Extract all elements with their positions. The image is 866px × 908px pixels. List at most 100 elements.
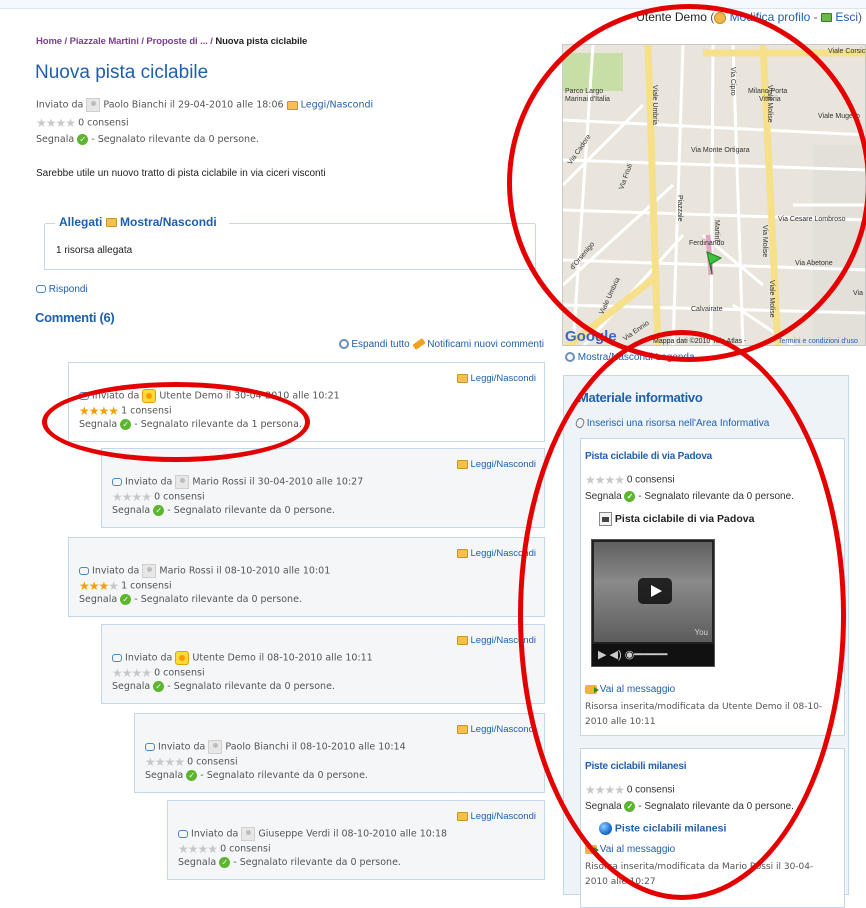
map-label: Via Abetone	[795, 260, 833, 267]
comment: Leggi/Nascondi Inviato da Mario Rossi il…	[68, 537, 545, 617]
resource-subtitle: Pista ciclabile di via Padova	[614, 512, 755, 525]
rating-stars[interactable]: ★★★★	[178, 842, 218, 856]
user-icon	[714, 11, 727, 24]
check-icon[interactable]: ✓	[186, 770, 198, 781]
breadcrumb-proposte[interactable]: Proposte di ...	[146, 36, 207, 47]
avatar	[175, 651, 190, 665]
allegati-fieldset: Allegati Mostra/Nascondi 1 risorsa alleg…	[44, 215, 536, 270]
reply-link[interactable]: Rispondi	[49, 284, 88, 295]
insert-resource-link[interactable]: Inserisci una risorsa nell'Area Informat…	[587, 418, 770, 429]
video-player[interactable]: You ▶ ◀) ◉━━━━━	[591, 539, 715, 667]
map[interactable]: Viale Corsica Via Cipro Parco Largo Mari…	[562, 44, 866, 346]
check-icon[interactable]: ✓	[77, 134, 89, 145]
goto-message-link[interactable]: Vai al messaggio	[600, 844, 675, 855]
comment-consensi: 1 consensi	[121, 580, 172, 592]
check-icon[interactable]: ✓	[624, 491, 636, 502]
rating-stars[interactable]: ★★★★	[145, 755, 185, 769]
comment-toggle-link[interactable]: Leggi/Nascondi	[471, 811, 537, 822]
resource-subtitle-link[interactable]: Piste ciclabili milanesi	[615, 822, 726, 834]
check-icon[interactable]: ✓	[219, 857, 231, 868]
map-terms-link[interactable]: Termini e condizioni d'uso	[778, 338, 858, 345]
resource-segnala-link[interactable]: Segnala	[585, 801, 622, 812]
check-icon[interactable]: ✓	[120, 419, 132, 430]
comment-segnala-link[interactable]: Segnala	[112, 681, 150, 692]
comment-author[interactable]: Giuseppe Verdi	[258, 829, 330, 840]
comment-segnala-link[interactable]: Segnala	[178, 857, 216, 868]
comment-date: il 08-10-2010 alle 10:11	[258, 652, 373, 664]
post-date: il 29-04-2010 alle 18:06	[169, 99, 284, 111]
comment-toggle-link[interactable]: Leggi/Nascondi	[471, 373, 537, 384]
comment-author[interactable]: Mario Rossi	[192, 477, 246, 488]
check-icon[interactable]: ✓	[624, 801, 636, 812]
comment-rilevante: - Segnalato rilevante da 0 persone.	[233, 857, 401, 868]
resource-card: Piste ciclabili milanesi ★★★★ 0 consensi…	[580, 748, 845, 908]
notify-link[interactable]: Notificami nuovi commenti	[427, 339, 544, 350]
resource-rilevante: - Segnalato rilevante da 0 persone.	[638, 801, 794, 813]
video-controls[interactable]: ▶ ◀) ◉━━━━━	[592, 644, 714, 666]
comment-author[interactable]: Utente Demo	[192, 653, 255, 664]
resource-title-link[interactable]: Piste ciclabili milanesi	[585, 761, 687, 772]
map-label: Viale Umbria	[651, 85, 658, 125]
breadcrumb-home[interactable]: Home	[36, 36, 62, 47]
comments-heading: Commenti (6)	[35, 310, 115, 325]
legend-toggle-link[interactable]: Mostra/Nascondi Legenda	[578, 352, 695, 363]
folder-icon	[456, 548, 468, 558]
expand-all-link[interactable]: Espandi tutto	[351, 339, 409, 350]
comment-toggle-link[interactable]: Leggi/Nascondi	[471, 635, 537, 646]
comment-author[interactable]: Utente Demo	[159, 391, 222, 402]
post-toggle-link[interactable]: Leggi/Nascondi	[301, 100, 373, 111]
comment-segnala-link[interactable]: Segnala	[79, 419, 117, 430]
resource-title-link[interactable]: Pista ciclabile di via Padova	[585, 451, 712, 462]
check-icon[interactable]: ✓	[153, 681, 165, 692]
comment-segnala-link[interactable]: Segnala	[79, 594, 117, 605]
map-canvas[interactable]: Viale Corsica Via Cipro Parco Largo Mari…	[563, 45, 866, 346]
breadcrumb-piazzale[interactable]: Piazzale Martini	[70, 36, 139, 47]
speech-bubble-icon	[145, 743, 155, 751]
resource-segnala-link[interactable]: Segnala	[585, 491, 622, 502]
rating-stars[interactable]: ★★★★	[585, 783, 625, 797]
go-arrow-icon	[585, 684, 599, 694]
play-icon[interactable]	[638, 578, 672, 604]
resource-consensi: 0 consensi	[626, 784, 675, 796]
rating-stars[interactable]: ★★★★	[79, 579, 119, 593]
goto-message-link[interactable]: Vai al messaggio	[600, 684, 675, 695]
allegati-title: Allegati	[59, 215, 103, 229]
check-icon[interactable]: ✓	[120, 594, 132, 605]
map-label: Viale Molise	[766, 85, 773, 123]
comment-toggle-link[interactable]: Leggi/Nascondi	[471, 724, 537, 735]
map-label: Parco Largo	[565, 88, 603, 95]
map-label: Via Cipro	[729, 67, 736, 96]
map-label: Viale Molise	[768, 280, 775, 318]
folder-icon	[456, 635, 468, 645]
map-label: Via Monte Ortigara	[691, 147, 750, 154]
speech-bubble-icon	[36, 285, 46, 294]
comment-author[interactable]: Mario Rossi	[159, 566, 213, 577]
rating-stars[interactable]: ★★★★	[36, 116, 76, 130]
map-label: Martini	[713, 220, 720, 241]
comment-toggle-link[interactable]: Leggi/Nascondi	[471, 459, 537, 470]
google-logo: Google	[565, 328, 617, 345]
check-icon[interactable]: ✓	[153, 505, 165, 516]
exit-link[interactable]: Esci	[835, 10, 858, 24]
avatar	[142, 389, 157, 403]
comment-toggle-link[interactable]: Leggi/Nascondi	[471, 548, 537, 559]
paperclip-icon	[574, 417, 586, 430]
rating-stars[interactable]: ★★★★	[112, 666, 152, 680]
modify-profile-link[interactable]: Modifica profilo	[730, 10, 811, 24]
post-segnala-link[interactable]: Segnala	[36, 134, 74, 145]
resource-rilevante: - Segnalato rilevante da 0 persone.	[638, 491, 794, 503]
resource-consensi: 0 consensi	[626, 474, 675, 486]
post-author[interactable]: Paolo Bianchi	[103, 100, 166, 111]
comment: Leggi/Nascondi Inviato da Utente Demo il…	[68, 362, 545, 442]
allegati-toggle-link[interactable]: Mostra/Nascondi	[120, 215, 217, 229]
folder-icon	[456, 373, 468, 383]
rating-stars[interactable]: ★★★★	[79, 404, 119, 418]
speech-bubble-icon	[79, 392, 89, 400]
comment-segnala-link[interactable]: Segnala	[112, 505, 150, 516]
comment-author[interactable]: Paolo Bianchi	[225, 742, 288, 753]
rating-stars[interactable]: ★★★★	[585, 473, 625, 487]
comment-segnala-link[interactable]: Segnala	[145, 770, 183, 781]
breadcrumb-current: Nuova pista ciclabile	[215, 36, 308, 47]
rating-stars[interactable]: ★★★★	[112, 490, 152, 504]
speech-bubble-icon	[112, 654, 122, 662]
